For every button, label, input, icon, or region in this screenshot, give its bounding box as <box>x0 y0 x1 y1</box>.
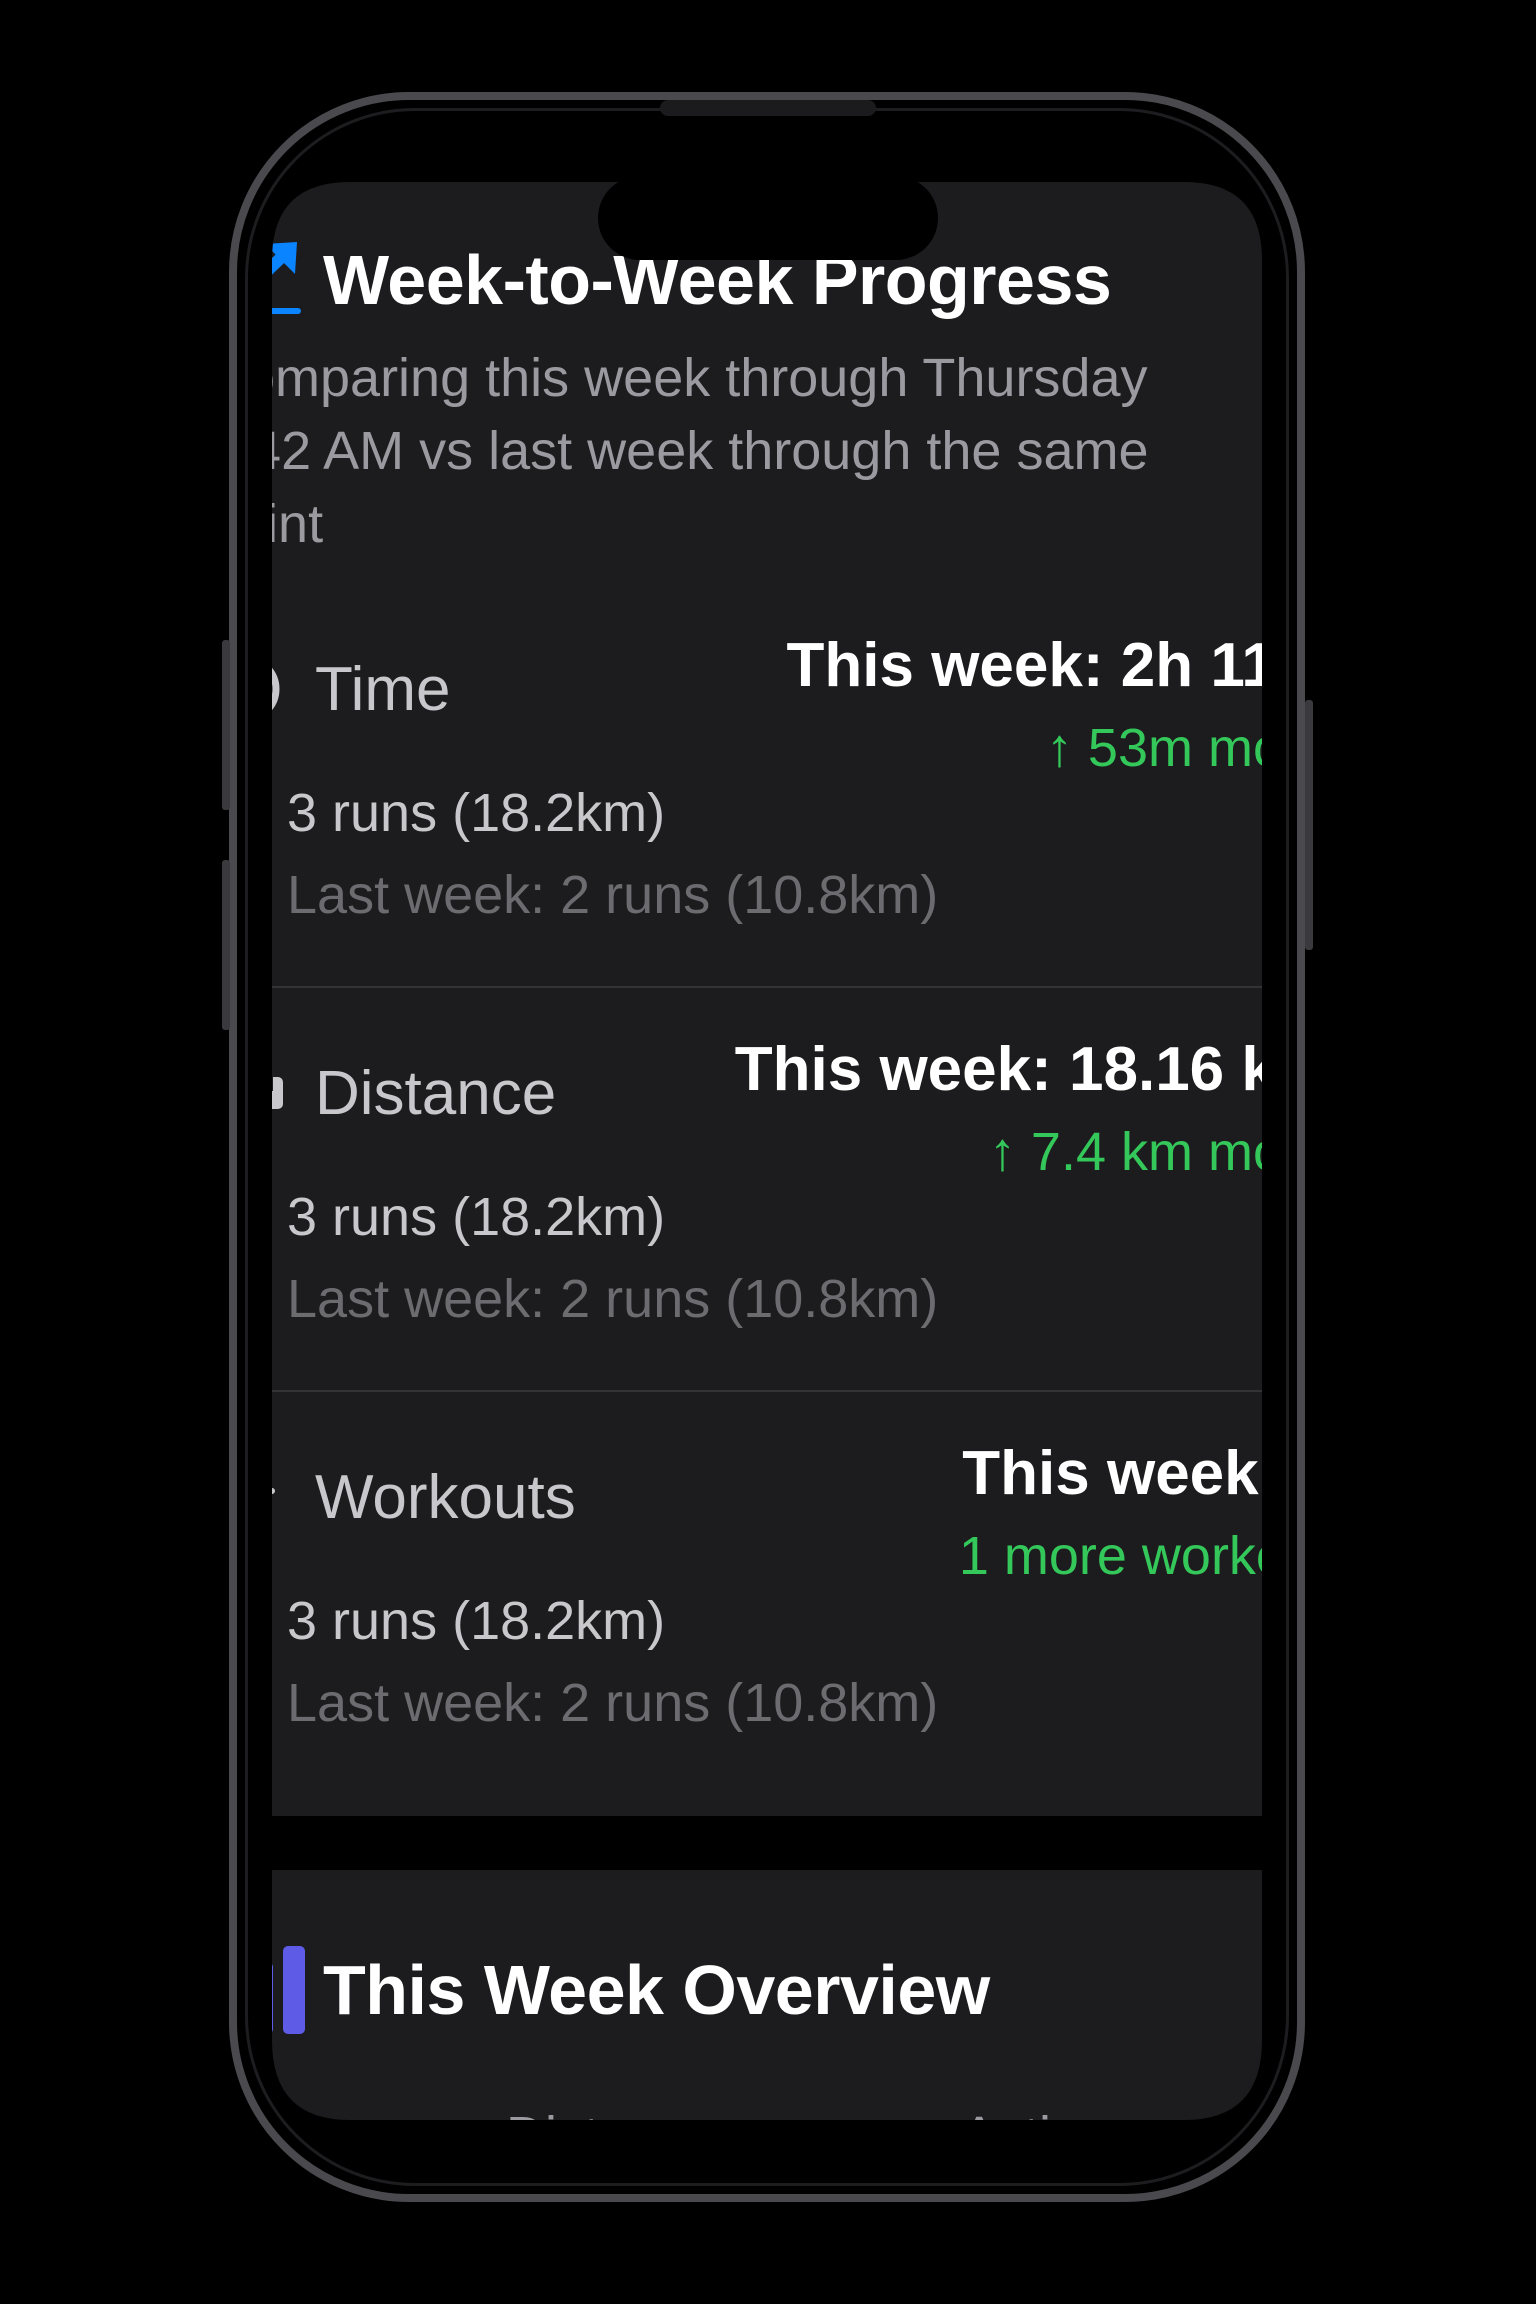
speaker-grille <box>660 100 876 116</box>
volume-up-button <box>222 640 230 810</box>
phone-screenshot: Week-to-Week Progress Comparing this wee… <box>0 0 1536 2304</box>
volume-down-button <box>222 860 230 1030</box>
power-button <box>1305 700 1313 950</box>
dynamic-island <box>598 176 938 260</box>
phone-mask <box>0 0 1536 2304</box>
